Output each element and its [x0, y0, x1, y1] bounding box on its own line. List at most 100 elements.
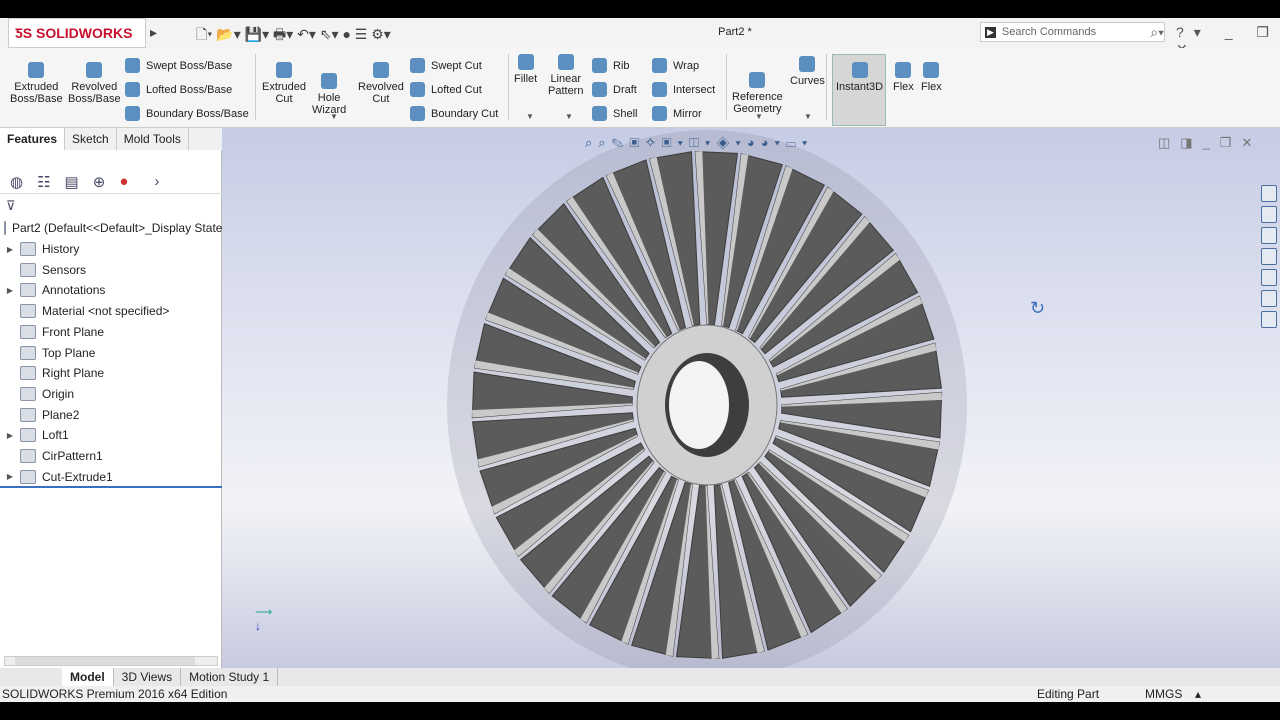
- search-placeholder: Search Commands: [1001, 26, 1097, 38]
- design-library-icon: [1261, 206, 1277, 223]
- lofted-boss-base-button[interactable]: Lofted Boss/Base: [125, 82, 232, 97]
- quick-access-toolbar[interactable]: 🗋▾ 📂▾ 💾▾ 🖶▾ ↶▾ ⇖▾ ● ☰ ⚙▾: [196, 24, 391, 48]
- expand-icon[interactable]: ▶: [0, 472, 20, 481]
- expand-arrow-icon[interactable]: ▸: [150, 24, 157, 41]
- swept-cut-button[interactable]: Swept Cut: [410, 58, 482, 73]
- button-label: Revolved Boss/Base: [68, 81, 121, 105]
- button-label: Revolved Cut: [358, 81, 404, 105]
- expand-icon[interactable]: ▶: [0, 245, 20, 254]
- extruded-boss-icon: [28, 62, 45, 78]
- lofted-boss-base-icon: [125, 82, 140, 97]
- expand-icon[interactable]: ▶: [0, 286, 20, 295]
- flex-button[interactable]: Flex: [893, 62, 914, 93]
- linear-pattern-button[interactable]: Linear Pattern: [548, 54, 583, 97]
- dropdown-arrow-icon[interactable]: ▼: [755, 112, 763, 121]
- tab-mold-tools[interactable]: Mold Tools: [117, 128, 189, 150]
- fillet-button[interactable]: Fillet: [514, 54, 537, 85]
- command-tabs: Features Sketch Mold Tools: [0, 128, 222, 150]
- tree-item[interactable]: ▶ Annotations: [0, 280, 222, 300]
- button-label: Flex: [893, 81, 914, 93]
- ribbon-separator: [826, 54, 827, 120]
- search-commands-input[interactable]: ▶ Search Commands ⌕▾: [980, 22, 1165, 42]
- flex-2-button[interactable]: Flex: [921, 62, 942, 93]
- intersect-button[interactable]: Intersect: [652, 82, 715, 97]
- viewport-window-controls[interactable]: ◫◨_❐✕: [1158, 135, 1262, 151]
- hole-wizard-button[interactable]: Hole Wizard: [312, 73, 346, 116]
- mirror-button[interactable]: Mirror: [652, 106, 702, 121]
- extruded-cut-button[interactable]: Extruded Cut: [262, 62, 306, 105]
- property-manager-icon: ☷: [37, 173, 51, 191]
- dropdown-arrow-icon[interactable]: ▼: [804, 112, 812, 121]
- view-palette-icon: [1261, 248, 1277, 265]
- filter-icon[interactable]: ⊽: [6, 198, 16, 214]
- solidworks-logo[interactable]: ƼS SOLIDWORKS: [8, 18, 146, 48]
- horizontal-scrollbar[interactable]: [4, 656, 218, 666]
- dropdown-arrow-icon[interactable]: ▼: [565, 112, 573, 121]
- feature-icon: [20, 428, 36, 443]
- feature-icon: [20, 262, 36, 277]
- wrap-icon: [652, 58, 667, 73]
- swept-boss-base-button[interactable]: Swept Boss/Base: [125, 58, 232, 73]
- curves-icon: [799, 56, 816, 72]
- expand-icon[interactable]: ▶: [0, 431, 20, 440]
- tree-item[interactable]: Material <not specified>: [0, 301, 222, 321]
- tab-3d-views[interactable]: 3D Views: [114, 668, 182, 686]
- search-icon[interactable]: ⌕▾: [1150, 24, 1164, 41]
- rib-button[interactable]: Rib: [592, 58, 630, 73]
- revolved-cut-button[interactable]: Revolved Cut: [358, 62, 404, 105]
- units-arrow-icon[interactable]: ▴: [1195, 687, 1201, 701]
- graphics-viewport[interactable]: [222, 128, 1280, 680]
- units-selector[interactable]: MMGS: [1145, 687, 1182, 701]
- tree-item[interactable]: ▶ Loft1: [0, 425, 222, 445]
- tree-item-label: History: [42, 242, 80, 256]
- tree-item[interactable]: Sensors: [0, 260, 222, 280]
- revolved-boss-button[interactable]: Revolved Boss/Base: [68, 62, 121, 105]
- draft-button[interactable]: Draft: [592, 82, 637, 97]
- rib-icon: [592, 58, 607, 73]
- curves-button[interactable]: Curves: [790, 56, 825, 87]
- heads-up-view-toolbar[interactable]: ⌕⌕✎▣✧▣▾◫▾◈▾◕◕▾▭▾: [585, 135, 813, 151]
- tree-item-label: Material <not specified>: [42, 304, 170, 319]
- part-icon: [4, 221, 6, 235]
- task-pane[interactable]: [1258, 185, 1280, 345]
- forum-icon: [1261, 311, 1277, 328]
- shell-button[interactable]: Shell: [592, 106, 637, 121]
- extruded-boss-button[interactable]: Extruded Boss/Base: [10, 62, 63, 105]
- feature-icon: [20, 407, 36, 422]
- feature-icon: [20, 304, 36, 319]
- tab-model[interactable]: Model: [62, 668, 114, 686]
- wrap-button[interactable]: Wrap: [652, 58, 699, 73]
- lofted-cut-button[interactable]: Lofted Cut: [410, 82, 482, 97]
- boundary-cut-button[interactable]: Boundary Cut: [410, 106, 498, 121]
- tree-item[interactable]: ▶ History: [0, 239, 222, 259]
- tree-item[interactable]: ▶ Cut-Extrude1: [0, 467, 222, 487]
- boundary-boss-base-button[interactable]: Boundary Boss/Base: [125, 106, 249, 121]
- tree-item[interactable]: Front Plane: [0, 322, 222, 342]
- rollback-bar[interactable]: [0, 486, 222, 488]
- dropdown-arrow-icon[interactable]: ▼: [526, 112, 534, 121]
- file-explorer-icon: [1261, 227, 1277, 244]
- reference-geometry-button[interactable]: Reference Geometry: [732, 72, 783, 115]
- bottom-tabs: Model 3D Views Motion Study 1: [0, 668, 1280, 686]
- tab-sketch[interactable]: Sketch: [65, 128, 117, 150]
- status-bar: SOLIDWORKS Premium 2016 x64 Edition Edit…: [0, 686, 1280, 702]
- flex-icon: [895, 62, 912, 78]
- document-title: Part2 *: [718, 26, 752, 38]
- tree-item[interactable]: Top Plane: [0, 343, 222, 363]
- instant3d-button[interactable]: Instant3D: [836, 62, 883, 93]
- ribbon-separator: [255, 54, 256, 120]
- tree-item[interactable]: Origin: [0, 384, 222, 404]
- tab-features[interactable]: Features: [0, 128, 66, 150]
- tab-motion-study[interactable]: Motion Study 1: [181, 668, 279, 686]
- intersect-icon: [652, 82, 667, 97]
- revolved-boss-icon: [86, 62, 103, 78]
- dropdown-arrow-icon[interactable]: ▼: [330, 112, 338, 121]
- tree-item[interactable]: Plane2: [0, 405, 222, 425]
- tree-item[interactable]: CirPattern1: [0, 446, 222, 466]
- boundary-boss-base-icon: [125, 106, 140, 121]
- rotate-cursor-icon: ↻: [1030, 298, 1046, 318]
- instant3d-icon: [851, 62, 868, 78]
- tree-root[interactable]: Part2 (Default<<Default>_Display State: [0, 218, 222, 238]
- manager-tabs[interactable]: ◍ ☷ ▤ ⊕ ● ›: [0, 170, 222, 194]
- tree-item[interactable]: Right Plane: [0, 363, 222, 383]
